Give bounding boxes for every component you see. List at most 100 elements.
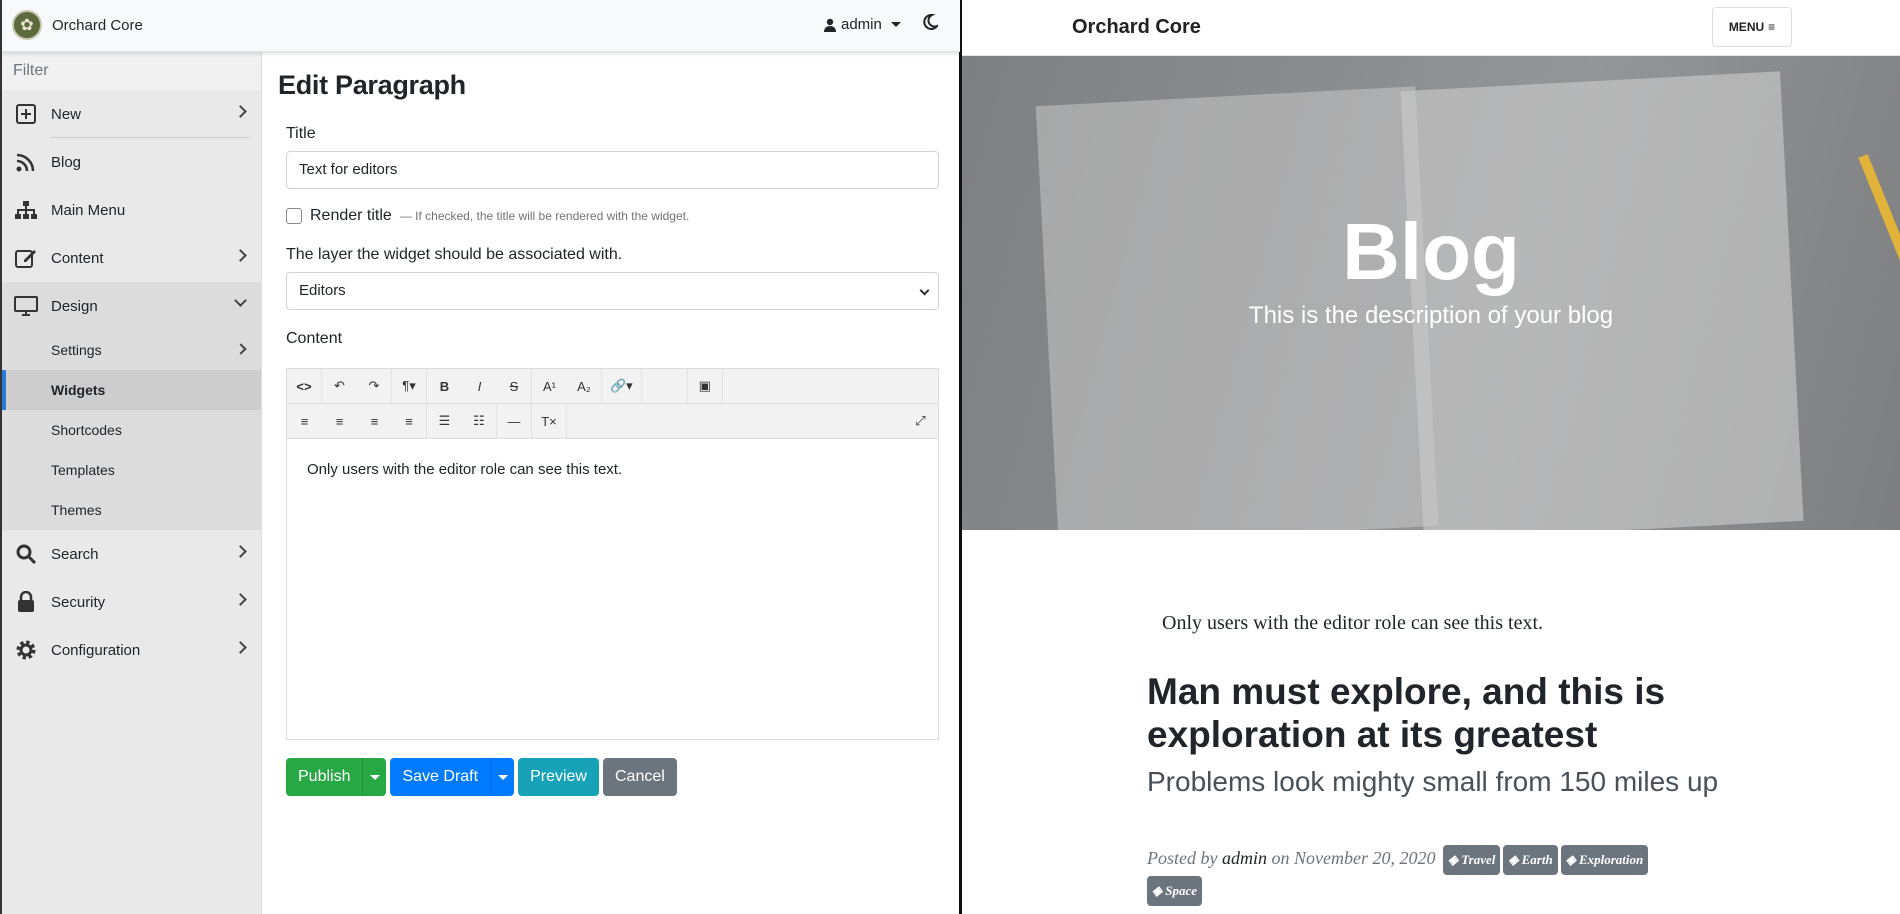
sidebar-subitem-label: Shortcodes xyxy=(51,422,122,438)
numbered-list-button[interactable]: ☷ xyxy=(462,403,497,439)
sidebar-subitem-label: Themes xyxy=(51,502,102,518)
user-icon xyxy=(824,18,836,32)
sidebar-item-label: Content xyxy=(51,249,104,267)
sidebar-filter-input[interactable]: Filter xyxy=(2,52,261,90)
align-center-button[interactable]: ≡ xyxy=(322,404,357,439)
horizontal-rule-icon: — xyxy=(507,413,521,429)
admin-brand[interactable]: ✿ Orchard Core xyxy=(12,10,143,40)
fullscreen-button[interactable]: ⤢ xyxy=(903,404,938,439)
clear-format-button[interactable]: T× xyxy=(532,403,567,439)
sidebar-item-content[interactable]: Content xyxy=(2,234,261,282)
code-icon: <> xyxy=(296,378,312,394)
italic-icon: I xyxy=(477,378,482,394)
notebook-page-right xyxy=(1400,71,1804,530)
save-draft-button[interactable]: Save Draft xyxy=(390,758,490,796)
horizontal-rule-button[interactable]: — xyxy=(497,403,532,439)
sidebar-subitem-themes[interactable]: Themes xyxy=(2,490,261,530)
sidebar-subitem-widgets[interactable]: Widgets xyxy=(2,370,261,410)
tag-space[interactable]: ◈ Space xyxy=(1147,876,1203,906)
site-brand[interactable]: Orchard Core xyxy=(1072,16,1201,39)
rich-text-editor: <> ↶ ↷ ¶▾ B I S A¹ A₂ 🔗▾ ▣ ≡ ≡ ≡ ≡ ☰ ☷ — xyxy=(286,368,939,740)
subscript-button[interactable]: A₂ xyxy=(567,368,602,404)
post-title[interactable]: Man must explore, and this is exploratio… xyxy=(1147,670,1727,756)
sidebar-item-configuration[interactable]: Configuration xyxy=(2,626,261,674)
justify-button[interactable]: ≡ xyxy=(392,403,427,439)
edit-form: Edit Paragraph Title Text for editors Re… xyxy=(278,52,958,796)
undo-button[interactable]: ↶ xyxy=(322,369,357,404)
strikethrough-button[interactable]: S xyxy=(497,368,532,404)
caret-down-icon xyxy=(369,774,380,780)
bullet-list-button[interactable]: ☰ xyxy=(427,404,462,439)
bold-icon: B xyxy=(439,378,450,394)
orchard-logo-icon: ✿ xyxy=(12,10,42,40)
form-actions: Publish Save Draft Preview Cancel xyxy=(286,758,958,796)
layer-select[interactable]: Editors xyxy=(286,272,939,310)
publish-dropdown-toggle[interactable] xyxy=(362,758,386,796)
code-view-button[interactable]: <> xyxy=(287,368,322,404)
tag-travel[interactable]: ◈ Travel xyxy=(1442,845,1501,875)
dark-mode-toggle[interactable] xyxy=(922,13,940,35)
align-right-button[interactable]: ≡ xyxy=(357,404,392,439)
title-label: Title xyxy=(286,125,316,142)
bold-button[interactable]: B xyxy=(427,369,462,404)
tag-label: Exploration xyxy=(1578,852,1644,867)
bullet-list-icon: ☰ xyxy=(438,413,451,428)
redo-icon: ↷ xyxy=(368,378,380,393)
sidebar-subitem-label: Settings xyxy=(51,342,102,358)
render-title-checkbox[interactable] xyxy=(286,208,302,224)
post-meta: Posted by admin on November 20, 2020 ◈ T… xyxy=(1147,844,1747,906)
publish-button[interactable]: Publish xyxy=(286,758,362,796)
preview-button[interactable]: Preview xyxy=(518,758,599,796)
rss-icon xyxy=(13,149,39,175)
sidebar-item-label: Main Menu xyxy=(51,201,126,219)
superscript-button[interactable]: A¹ xyxy=(532,369,567,404)
tag-earth[interactable]: ◈ Earth xyxy=(1503,845,1558,875)
align-left-button[interactable]: ≡ xyxy=(287,404,322,439)
hero-subtitle: This is the description of your blog xyxy=(1248,302,1614,329)
save-draft-dropdown-toggle[interactable] xyxy=(490,758,514,796)
content-label: Content xyxy=(286,330,343,347)
sidebar-subitem-label: Widgets xyxy=(51,382,106,398)
sitemap-icon xyxy=(13,197,39,223)
moon-icon xyxy=(923,13,940,30)
cancel-button[interactable]: Cancel xyxy=(602,758,677,796)
sidebar-item-search[interactable]: Search xyxy=(2,530,261,578)
post-subtitle: Problems look mighty small from 150 mile… xyxy=(1147,766,1719,797)
paragraph-style-button[interactable]: ¶▾ xyxy=(392,368,427,404)
sidebar-subitem-templates[interactable]: Templates xyxy=(2,450,261,490)
strikethrough-icon: S xyxy=(509,378,519,394)
caret-down-icon xyxy=(497,774,508,780)
site-menu-button[interactable]: MENU ≡ xyxy=(1712,7,1792,47)
sidebar-item-main-menu[interactable]: Main Menu xyxy=(2,186,261,234)
tag-label: Earth xyxy=(1521,852,1553,867)
numbered-list-icon: ☷ xyxy=(473,413,485,428)
page-title: Edit Paragraph xyxy=(278,70,466,100)
editor-content-area[interactable]: Only users with the editor role can see … xyxy=(287,439,938,739)
edit-icon xyxy=(13,245,39,271)
sidebar-item-security[interactable]: Security xyxy=(2,578,261,626)
editor-widget-text: Only users with the editor role can see … xyxy=(1162,612,1544,634)
link-button[interactable]: 🔗▾ xyxy=(602,368,642,404)
sidebar-item-blog[interactable]: Blog xyxy=(2,138,261,186)
menu-label: MENU xyxy=(1728,20,1765,34)
sidebar-subitem-shortcodes[interactable]: Shortcodes xyxy=(2,410,261,450)
sidebar-item-new[interactable]: New xyxy=(2,90,261,138)
insert-image-button[interactable]: ▣ xyxy=(688,368,723,404)
sidebar-subitem-settings[interactable]: Settings xyxy=(2,330,261,370)
search-icon xyxy=(13,541,39,567)
title-input[interactable]: Text for editors xyxy=(286,151,939,189)
on-label: on xyxy=(1271,848,1290,868)
tag-label: Travel xyxy=(1461,852,1496,867)
justify-icon: ≡ xyxy=(405,413,413,429)
gear-icon xyxy=(13,637,39,663)
italic-button[interactable]: I xyxy=(462,369,497,404)
redo-button[interactable]: ↷ xyxy=(357,368,392,404)
user-menu-button[interactable]: admin xyxy=(824,16,901,33)
paragraph-icon: ¶▾ xyxy=(402,378,416,393)
chevron-right-icon xyxy=(235,343,247,355)
tag-exploration[interactable]: ◈ Exploration xyxy=(1560,845,1649,875)
chevron-right-icon xyxy=(234,593,247,606)
post-author[interactable]: admin xyxy=(1222,848,1267,868)
sidebar-item-design[interactable]: Design xyxy=(2,282,261,330)
hamburger-icon: ≡ xyxy=(1768,20,1776,34)
